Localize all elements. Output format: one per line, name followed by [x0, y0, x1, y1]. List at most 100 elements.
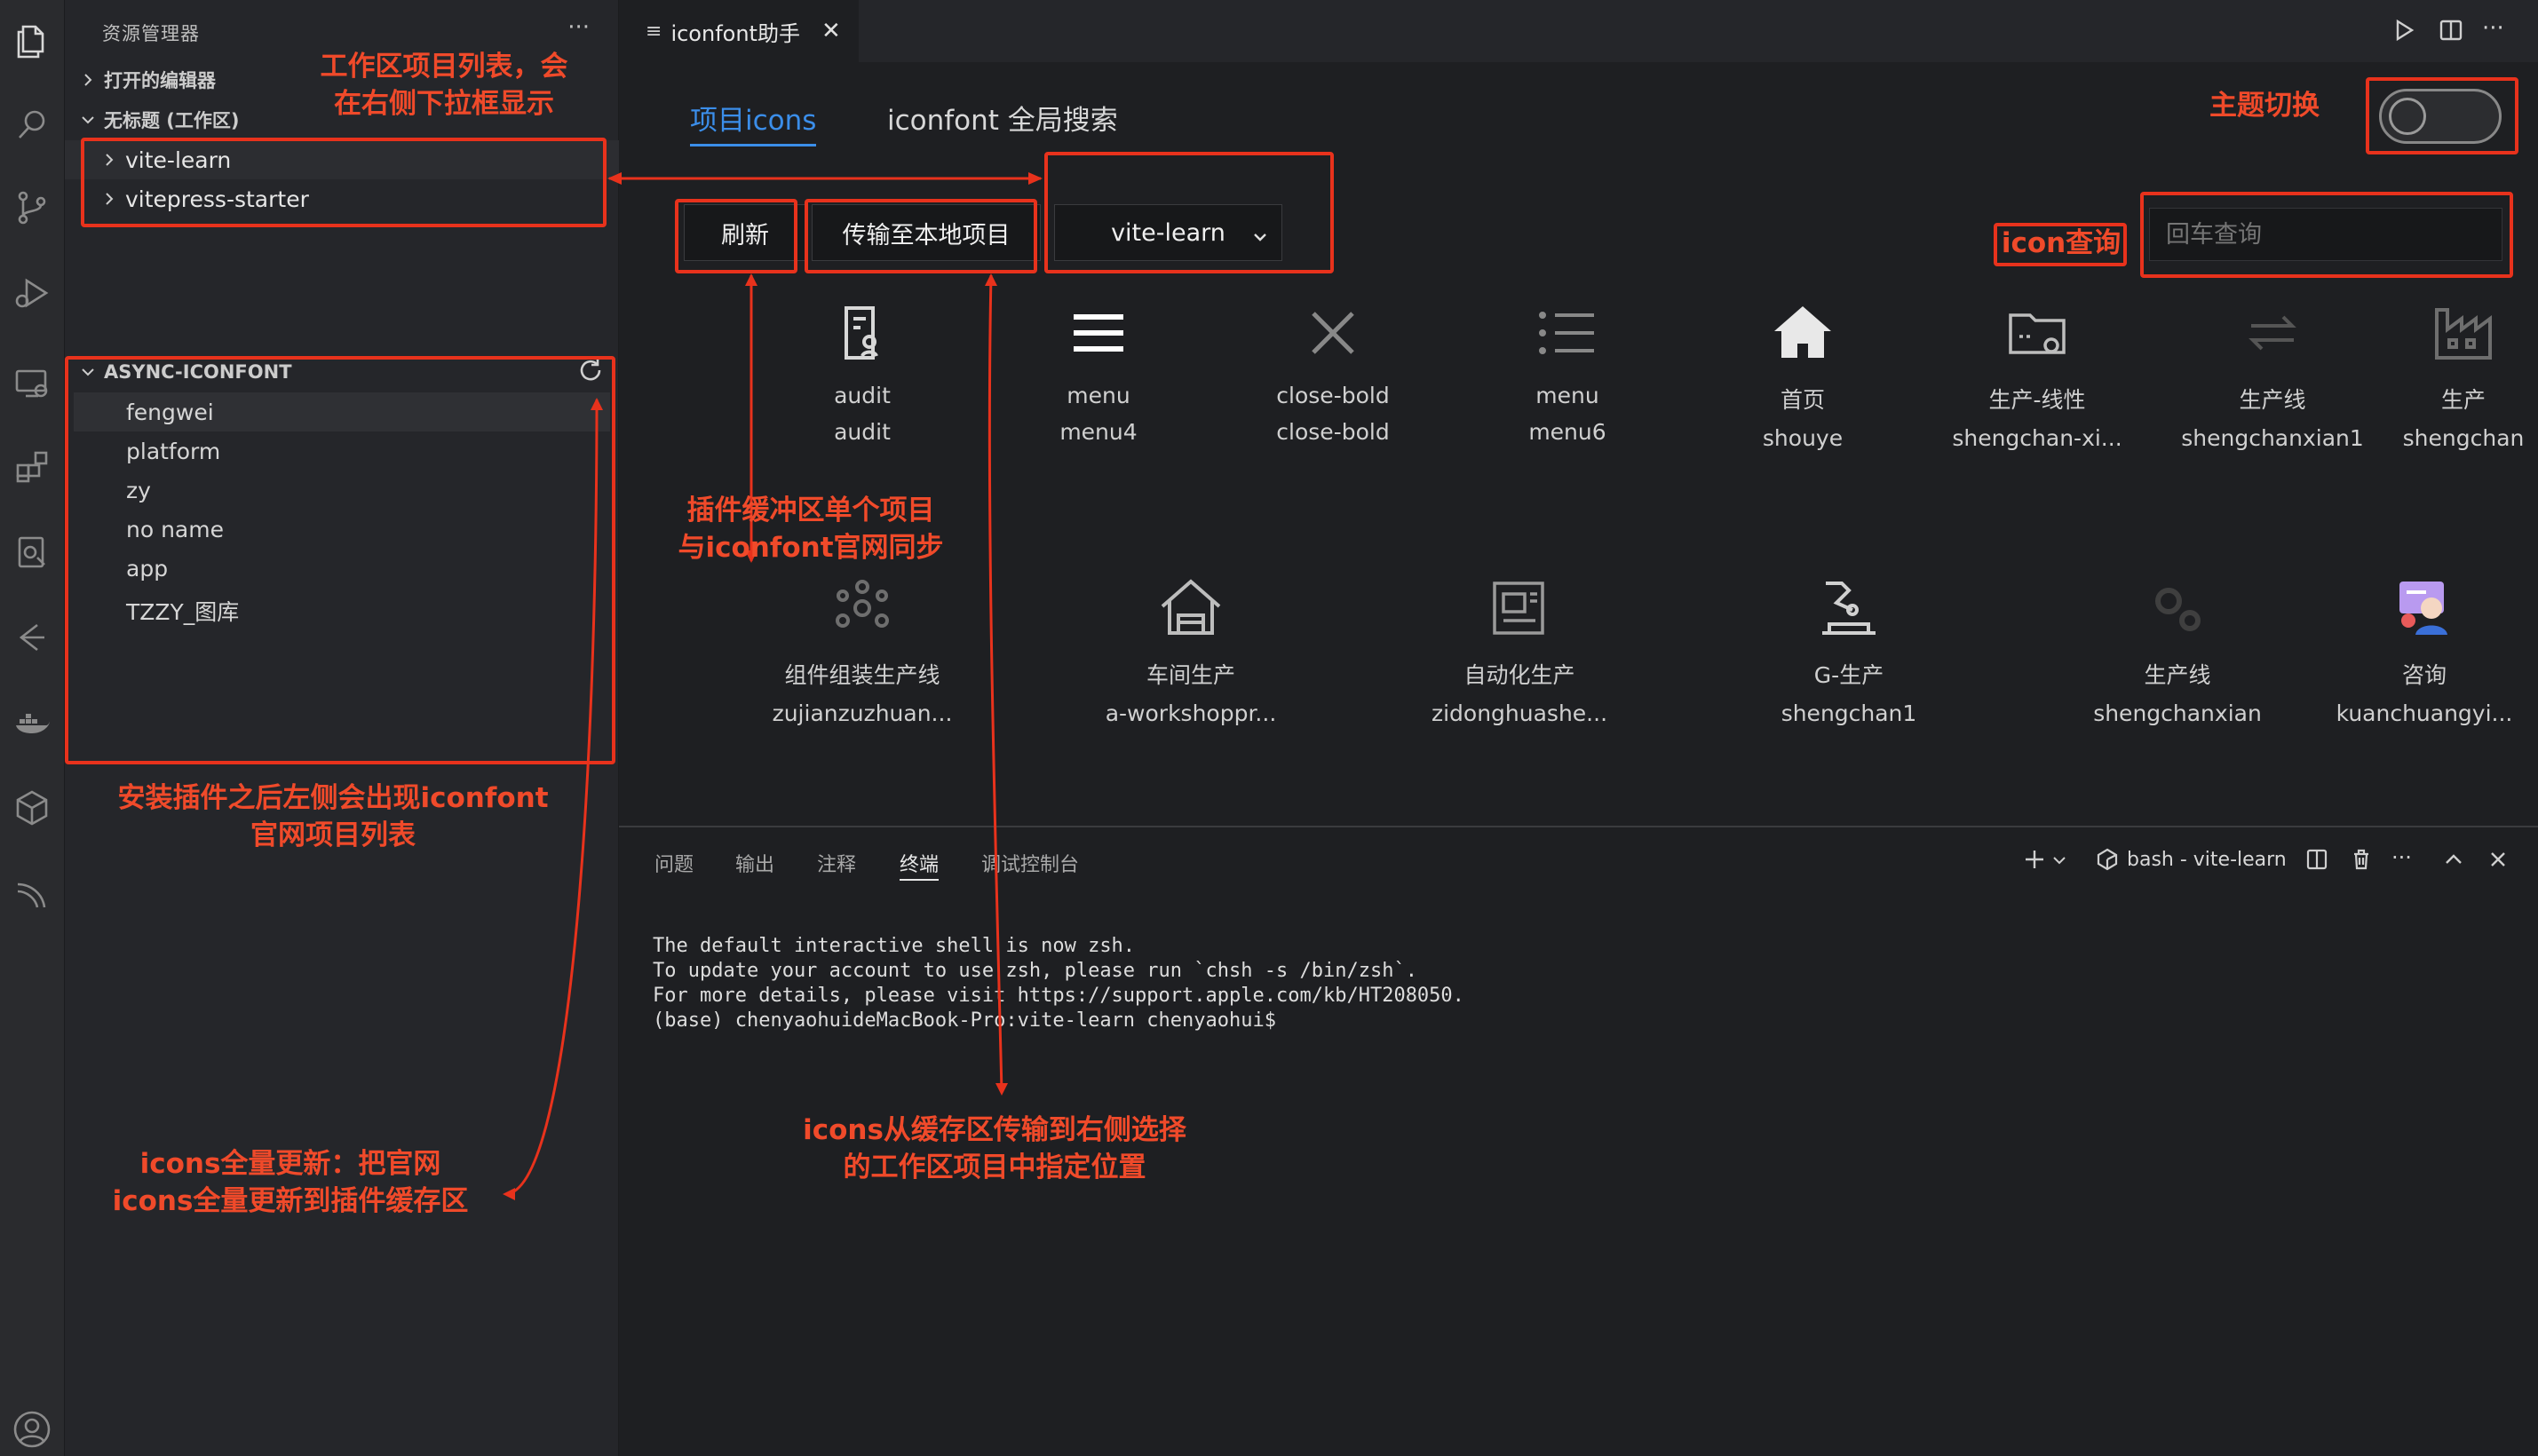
split-editor-icon[interactable] — [2437, 16, 2465, 44]
iconfont-plugin-icon[interactable] — [11, 531, 53, 574]
icon-code: menu6 — [1528, 419, 1606, 445]
explorer-icon[interactable] — [11, 20, 53, 62]
audit-icon — [827, 297, 898, 368]
active-tab-indicator — [900, 879, 939, 881]
more-actions-icon[interactable]: ··· — [2391, 845, 2420, 874]
icon-card[interactable]: 生产线 shengchanxian — [2071, 573, 2284, 726]
annotation-box-theme — [2366, 77, 2518, 154]
factory-icon — [2428, 297, 2499, 368]
list-menu-icon — [1532, 297, 1603, 368]
more-actions-icon[interactable]: ··· — [567, 14, 590, 41]
terminal-name[interactable]: bash - vite-learn — [2127, 849, 2287, 871]
icon-code: shengchanxian1 — [2181, 425, 2364, 451]
tab-debug-console[interactable]: 调试控制台 — [981, 849, 1079, 877]
icon-code: zidonghuashe... — [1431, 700, 1608, 726]
folder-gear-icon — [2002, 297, 2073, 368]
icon-code: shengchan1 — [1781, 700, 1917, 726]
annotation-plugin-list: 安装插件之后左侧会出现iconfont 官网项目列表 — [117, 782, 549, 851]
icon-card[interactable]: close-bold close-bold — [1226, 297, 1440, 445]
tab-output[interactable]: 输出 — [735, 849, 774, 877]
close-bold-icon — [1297, 297, 1368, 368]
icon-name: menu — [1535, 383, 1599, 408]
icon-code: kuanchuangyi... — [2336, 700, 2513, 726]
docker-icon[interactable] — [11, 701, 53, 744]
terminal-line: To update your account to use zsh, pleas… — [653, 960, 1417, 982]
annotation-box-workspace — [81, 138, 607, 227]
icon-name: 首页 — [1780, 387, 1825, 413]
trash-icon[interactable] — [2347, 845, 2375, 874]
icon-code: menu4 — [1059, 419, 1138, 445]
new-terminal-icon[interactable] — [2020, 845, 2049, 874]
tab-label: iconfont助手 — [670, 20, 800, 46]
annotation-plugin-sync: 插件缓冲区单个项目 与iconfont官网同步 — [678, 495, 944, 564]
run-icon[interactable] — [2390, 16, 2418, 44]
icon-code: shengchanxian — [2093, 700, 2262, 726]
transfer-arrows-icon — [2237, 297, 2308, 368]
icon-card[interactable]: 组件组装生产线 zujianzuzhuan... — [756, 573, 969, 726]
icon-name: audit — [834, 383, 891, 408]
tab-global-search[interactable]: iconfont 全局搜索 — [887, 98, 1118, 138]
close-icon[interactable]: ✕ — [821, 18, 841, 44]
terminal-line: (base) chenyaohuideMacBook-Pro:vite-lear… — [653, 1009, 1276, 1032]
icon-card[interactable]: 生产线 shengchanxian1 — [2166, 297, 2379, 451]
active-tab-indicator — [690, 144, 816, 146]
icon-card[interactable]: audit audit — [756, 297, 969, 445]
icon-name: 咨询 — [2401, 662, 2447, 688]
icon-card[interactable]: 首页 shouye — [1696, 297, 1909, 451]
remote-connection-icon[interactable] — [11, 872, 53, 914]
icon-name: 生产线 — [2144, 662, 2211, 688]
search-icon[interactable] — [11, 103, 53, 146]
editor-tab-bar: ≡ iconfont助手 ✕ ··· — [619, 0, 2538, 62]
close-panel-icon[interactable] — [2484, 845, 2512, 874]
icon-name: 组件组装生产线 — [784, 662, 940, 688]
icon-card[interactable]: G-生产 shengchan1 — [1742, 573, 1955, 726]
icon-name: 生产 — [2440, 387, 2486, 413]
icon-name: 自动化生产 — [1463, 662, 1575, 688]
component-assembly-icon — [827, 573, 898, 644]
sidebar-title: 资源管理器 — [102, 23, 200, 44]
icon-card[interactable]: 咨询 kuanchuangyi... — [2318, 573, 2531, 726]
menu-icon — [1063, 297, 1134, 368]
more-actions-icon[interactable]: ··· — [2482, 16, 2510, 44]
icon-code: a-workshoppr... — [1105, 700, 1277, 726]
preview-icon: ≡ — [646, 20, 662, 43]
project-manager-icon[interactable] — [11, 787, 53, 829]
tab-problems[interactable]: 问题 — [654, 849, 694, 877]
icon-card[interactable]: 生产 shengchan — [2401, 297, 2526, 451]
extensions-icon[interactable] — [11, 446, 53, 488]
annotation-box-plugin-list — [65, 356, 615, 764]
icon-card[interactable]: menu menu4 — [992, 297, 1205, 445]
icon-card[interactable]: menu menu6 — [1461, 297, 1674, 445]
icon-card[interactable]: 车间生产 a-workshoppr... — [1084, 573, 1297, 726]
git-graph-icon[interactable] — [11, 616, 53, 659]
tab-project-icons[interactable]: 项目icons — [690, 98, 816, 138]
gears-icon — [2142, 573, 2213, 644]
remote-explorer-icon[interactable] — [11, 362, 53, 405]
chevron-down-icon[interactable] — [2050, 845, 2068, 874]
icon-code: shouye — [1762, 425, 1844, 451]
split-terminal-icon[interactable] — [2303, 845, 2331, 874]
maximize-panel-icon[interactable] — [2439, 845, 2468, 874]
annotation-transfer: icons从缓存区传输到右侧选择 的工作区项目中指定位置 — [803, 1114, 1186, 1183]
icon-name: G-生产 — [1813, 662, 1884, 688]
icon-card[interactable]: 自动化生产 zidonghuashe... — [1413, 573, 1626, 726]
annotation-full-update: icons全量更新：把官网 icons全量更新到插件缓存区 — [112, 1148, 469, 1217]
icon-card[interactable]: 生产-线性 shengchan-xi... — [1931, 297, 2144, 451]
source-control-icon[interactable] — [11, 186, 53, 229]
tab-comments[interactable]: 注释 — [817, 849, 856, 877]
icon-name: 生产-线性 — [1988, 387, 2086, 413]
icon-code: zujianzuzhuan... — [772, 700, 953, 726]
annotation-box-transfer — [805, 199, 1037, 273]
terminal-line: For more details, please visit https://s… — [653, 985, 1464, 1007]
consult-icon — [2389, 573, 2460, 644]
workspace-label: 无标题 (工作区) — [104, 110, 240, 131]
icon-code: audit — [834, 419, 891, 445]
tab-iconfont-helper[interactable]: ≡ iconfont助手 ✕ — [619, 0, 859, 62]
account-icon[interactable] — [11, 1408, 53, 1451]
run-debug-icon[interactable] — [11, 272, 53, 314]
terminal-shell-icon — [2093, 845, 2122, 874]
annotation-workspace-list: 工作区项目列表，会 在右侧下拉框显示 — [320, 51, 568, 120]
tab-terminal[interactable]: 终端 — [900, 849, 939, 877]
terminal-output[interactable]: The default interactive shell is now zsh… — [653, 934, 1464, 1033]
activity-bar — [0, 0, 65, 1456]
